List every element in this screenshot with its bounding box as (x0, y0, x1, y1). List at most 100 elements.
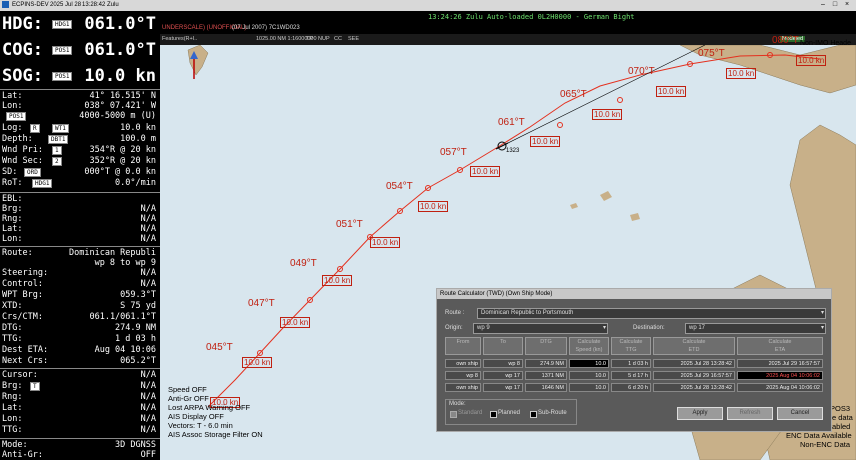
table-cell: wp 8 (445, 371, 481, 380)
land-small-islands (570, 191, 640, 221)
close-icon[interactable]: × (842, 1, 852, 9)
col-etd[interactable]: Calculate ETD (653, 337, 735, 355)
dialog-title: Route Calculator (TWD) (Own Ship Mode) (437, 289, 831, 299)
title-date: 2025 Jul 28 (50, 2, 82, 8)
table-cell: 1371 NM (525, 371, 567, 380)
origin-select[interactable]: wp 9 ▾ (473, 323, 608, 334)
heading-label: 070°T (628, 66, 655, 77)
table-cell: own ship (445, 383, 481, 392)
chevron-down-icon: ▾ (602, 325, 606, 331)
apply-button[interactable]: Apply (677, 407, 723, 420)
wind-secondary-row: Wnd Sec: 2 352°R @ 20 kn (2, 156, 156, 166)
speed-input[interactable]: 10.0 (569, 359, 609, 368)
col-ttg[interactable]: Calculate TTG (611, 337, 651, 355)
rot-row: RoT: HDG1 0.0°/min (2, 178, 156, 188)
lon-row: Lon: 038° 07.421' W (2, 101, 156, 111)
table-cell: 274.9 NM (525, 359, 567, 368)
mode-subroute-radio[interactable] (530, 411, 537, 418)
chevron-down-icon: ▾ (820, 310, 824, 316)
speed-label: 10.0 kn (242, 357, 273, 368)
mode-row: Mode: 3D DGNSS (2, 440, 156, 450)
ebl-rng-row: Rng: N/A (2, 214, 156, 224)
control-row: Control: N/A (2, 279, 156, 289)
col-speed[interactable]: Calculate Speed (kn) (569, 337, 609, 355)
chevron-down-icon: ▾ (820, 325, 824, 331)
speed-label: 10.0 kn (592, 109, 623, 120)
wpt-brg-row: WPT Brg: 059.3°T (2, 290, 156, 300)
cursor-lat-row: Lat: N/A (2, 403, 156, 413)
sog-row: SOG: POS1 10.0 kn (2, 66, 156, 86)
speed-label: 10.0 kn (656, 86, 687, 97)
cog-value: 061.0°T (84, 40, 156, 60)
route-name: Dominican Republi (69, 248, 156, 258)
xtd-row: XTD: S 75 yd (2, 301, 156, 311)
maximize-icon[interactable]: □ (830, 1, 840, 9)
col-eta[interactable]: Calculate ETA (737, 337, 823, 355)
heading-label: 080°T (772, 35, 799, 46)
cog-row: COG: POS1 061.0°T (2, 40, 156, 60)
cursor-lon-row: Lon: N/A (2, 414, 156, 424)
cursor-ttg-row: TTG: N/A (2, 425, 156, 435)
ownship-panel: HDG: HDG1 061.0°T COG: POS1 061.0°T SOG:… (0, 11, 160, 460)
title-time: 13:28:42 Zulu (82, 2, 119, 8)
non-imo-label: Non-IMO Heade (800, 40, 851, 47)
cursor-rng-row: Rng: N/A (2, 392, 156, 402)
hdg-source-tag[interactable]: HDG1 (52, 20, 73, 29)
heading-label: 049°T (290, 258, 317, 269)
speed-label: 10.0 kn (470, 166, 501, 177)
speed-input[interactable]: 10.0 (569, 383, 609, 392)
cursor-row: Cursor: N/A (2, 370, 156, 380)
heading-label: 047°T (248, 298, 275, 309)
col-from: From (445, 337, 481, 355)
cancel-button[interactable]: Cancel (777, 407, 823, 420)
table-cell: wp 8 (483, 359, 523, 368)
depth-range-value: 4000-5000 m (U) (79, 111, 156, 121)
table-cell: 6 d 20 h (611, 383, 651, 392)
map-info-bar: Features(R+I.. 1025.00 NM 1:16000000 TP … (160, 34, 856, 45)
hdg-row: HDG: HDG1 061.0°T (2, 14, 156, 34)
speed-label: 10.0 kn (280, 317, 311, 328)
app-name: ECPINS-DEV (12, 2, 49, 8)
set-drift-row: SD: ORD 000°T @ 0.0 kn (2, 167, 156, 177)
log-row: Log: R WT1 10.0 kn (2, 123, 156, 133)
chart-edition: (07 Jul 2007) 7C1WD023 (232, 25, 300, 31)
ebl-title: EBL: (2, 194, 23, 204)
chart-warning-bar: UNDERSCALE) (UNOFFICIAL) (07 Jul 2007) 7… (160, 24, 856, 34)
cog-source-tag[interactable]: POS1 (52, 46, 73, 55)
heading-label: 057°T (440, 147, 467, 158)
table-cell: 2025 Jul 29 16:57:57 (653, 371, 735, 380)
heading-label: 045°T (206, 342, 233, 353)
lat-value: 41° 16.515' N (89, 91, 156, 101)
route-calculator-dialog: Route Calculator (TWD) (Own Ship Mode) R… (436, 288, 832, 432)
mode-standard-radio[interactable] (450, 411, 457, 418)
col-dtg: DTG (525, 337, 567, 355)
refresh-button[interactable]: Refresh (727, 407, 773, 420)
heading-label: 075°T (698, 48, 725, 59)
mode-group: Mode: Standard Planned Sub-Route (445, 399, 577, 425)
depth-range-row: POS1 4000-5000 m (U) (2, 111, 158, 121)
table-cell: 2025 Aug 04 10:06:02 (737, 371, 823, 380)
steering-row: Steering: N/A (2, 268, 156, 278)
table-cell: 5 d 17 h (611, 371, 651, 380)
speed-input[interactable]: 10.0 (569, 371, 609, 380)
ttg-row: TTG: 1 d 03 h (2, 334, 156, 344)
land-greenland (187, 45, 209, 76)
depth-row: Depth: DBT1 100.0 m (2, 134, 156, 144)
table-cell: 2025 Jul 28 13:28:42 (653, 359, 735, 368)
table-cell: 1646 NM (525, 383, 567, 392)
ebl-brg-row: Brg: N/A (2, 204, 156, 214)
destination-select[interactable]: wp 17 ▾ (685, 323, 826, 334)
route-select[interactable]: Dominican Republic to Portsmouth ▾ (477, 308, 826, 319)
table-cell: wp 17 (483, 383, 523, 392)
sog-source-tag[interactable]: POS1 (52, 72, 73, 81)
pos-source-tag[interactable]: POS1 (6, 112, 27, 121)
mode-planned-radio[interactable] (490, 411, 497, 418)
hdg-value: 061.0°T (84, 14, 156, 34)
table-cell: 2025 Jul 28 13:28:42 (653, 383, 735, 392)
speed-label: 10.0 kn (370, 237, 401, 248)
ship-label: 1323 (506, 148, 520, 154)
minimize-icon[interactable]: – (818, 1, 828, 9)
map-status-text: 13:24:26 Zulu Auto-loaded 0L2H0000 - Ger… (428, 13, 635, 21)
heading-label: 054°T (386, 181, 413, 192)
table-cell: 2025 Aug 04 10:06:02 (737, 383, 823, 392)
